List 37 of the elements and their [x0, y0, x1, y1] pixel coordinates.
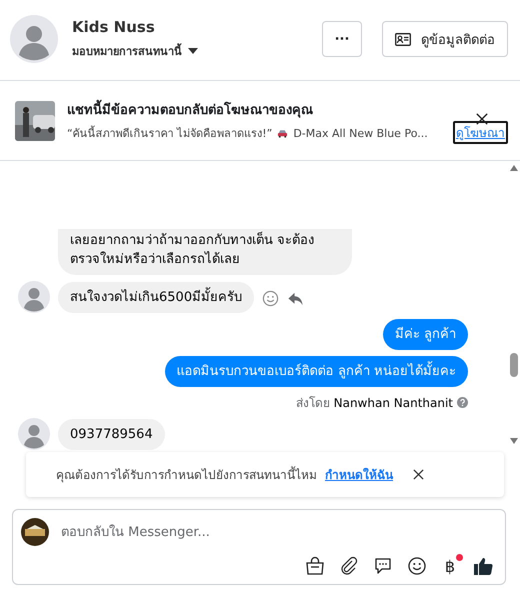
message-bubble: มีค่ะ ลูกค้า: [382, 319, 468, 350]
thumbs-up-icon[interactable]: [473, 556, 493, 576]
avatar-icon: [10, 15, 58, 63]
help-icon[interactable]: [457, 397, 468, 408]
car-icon: [277, 128, 288, 138]
message-bubble: แอดมินรบกวนขอเบอร์ติดต่อ ลูกค้า หน่อยได้มั้ยคะ: [164, 356, 468, 387]
ad-detail: D-Max All New Blue Po...: [293, 126, 428, 140]
message-bubble: 0937789564: [58, 419, 165, 450]
close-icon[interactable]: [476, 113, 488, 125]
view-ad-link[interactable]: ดูโฆษณา: [453, 121, 508, 144]
ad-reply-title: แชทนี้มีข้อความตอบกลับต่อโฆษณาของคุณ: [67, 99, 441, 120]
paperclip-icon[interactable]: [338, 556, 359, 576]
payment-button[interactable]: ฿: [440, 556, 459, 576]
assign-dropdown[interactable]: มอบหมายการสนทนานี้: [72, 42, 198, 60]
assign-to-me-link[interactable]: กำหนดให้ฉัน: [325, 465, 393, 484]
caret-icon: [188, 48, 198, 54]
contact-info-button[interactable]: ดูข้อมูลติดต่อ: [382, 21, 508, 57]
reply-icon[interactable]: [287, 290, 304, 307]
emoji-icon[interactable]: [406, 556, 427, 576]
scroll-up-icon[interactable]: [510, 165, 518, 171]
avatar-icon: [18, 281, 50, 313]
contact-card-icon: [395, 32, 411, 46]
scrollbar-thumb[interactable]: [510, 352, 518, 377]
close-icon[interactable]: [413, 469, 424, 480]
shopping-bag-icon[interactable]: [304, 556, 325, 576]
reply-input[interactable]: ตอบกลับใน Messenger...: [59, 524, 493, 540]
more-button[interactable]: ···: [322, 21, 362, 57]
chat-bubble-icon[interactable]: [372, 556, 393, 576]
page-avatar-icon: [21, 518, 49, 546]
message-bubble: สนใจงวดไม่เกิน6500มีมั้ยครับ: [58, 282, 254, 313]
ad-quote: “คันนี้สภาพดีเกินราคา ไม่จัดคือพลาดแรง!”: [67, 124, 272, 142]
message-bubble: เลยอยากถามว่าถ้ามาออกกับทางเต็น จะต้องตรวจใหม่หรือว่าเลือกรถได้เลย: [58, 229, 352, 275]
assign-question: คุณต้องการได้รับการกำหนดไปยังการสนทนานี้ไหม: [56, 465, 317, 484]
contact-name: Kids Nuss: [72, 18, 156, 36]
avatar-icon: [18, 418, 50, 450]
scroll-down-icon[interactable]: [510, 438, 518, 444]
sent-by-label: ส่งโดย Nanwhan Nanthanit: [296, 395, 453, 412]
